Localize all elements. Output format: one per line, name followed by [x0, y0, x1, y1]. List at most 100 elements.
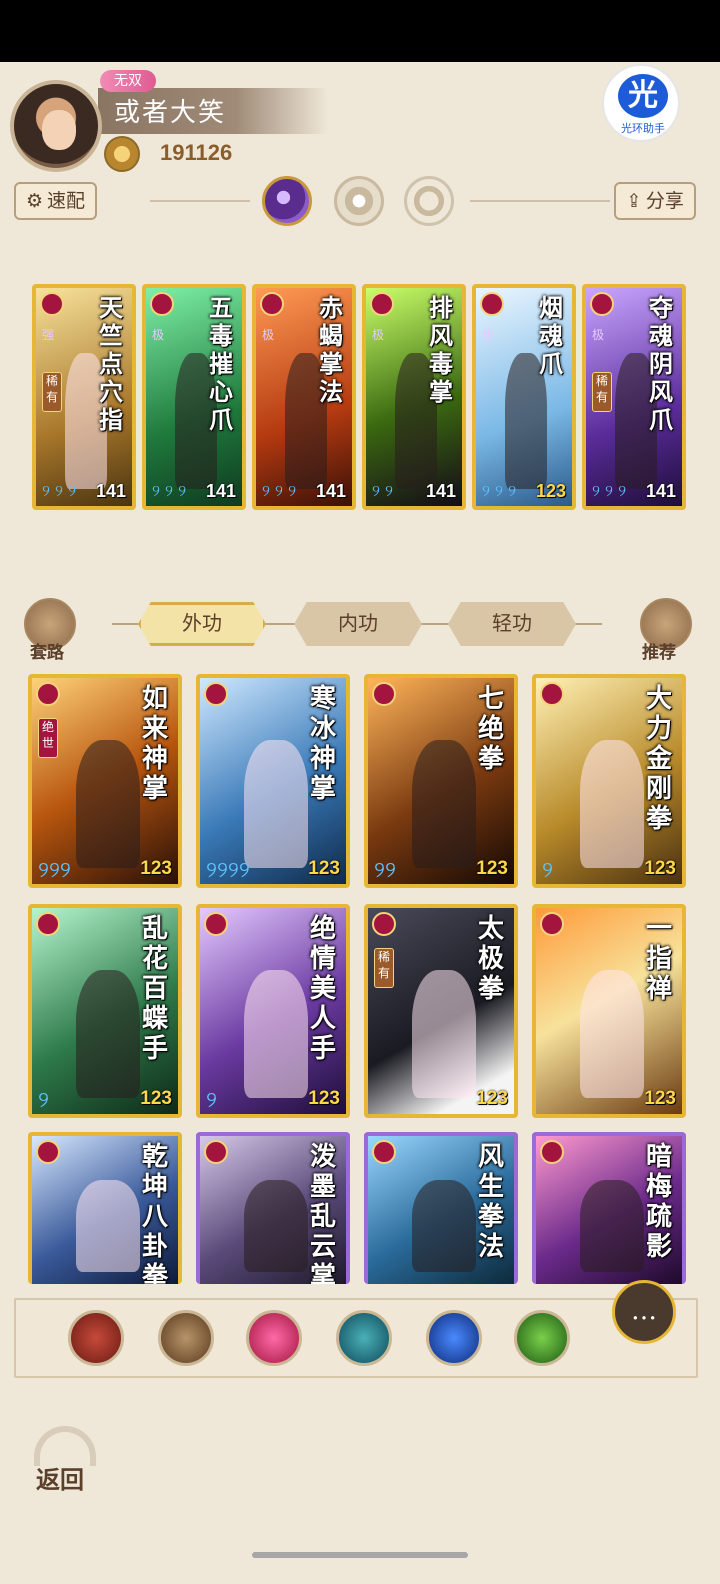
equipped-card[interactable]: 强 稀有 天竺点穴指 ୨ ୨ ୨ 141 — [32, 284, 136, 510]
grade-icon — [590, 292, 614, 316]
character-art — [411, 1180, 477, 1273]
rarity-tag: 稀有 — [42, 372, 62, 412]
character-art — [579, 739, 645, 868]
helper-label: 光环助手 — [621, 122, 665, 135]
card-level: 123 — [476, 1088, 508, 1109]
grade-icon — [204, 1140, 228, 1164]
card-name: 夺魂阴风爪 — [649, 293, 673, 434]
element-icons: ୨ ୨ ୨ — [262, 481, 297, 500]
equipped-card[interactable]: 极 五毒摧心爪 ୨ ୨ ୨ 141 — [142, 284, 246, 510]
grade-icon — [260, 292, 284, 316]
character-art — [579, 1180, 645, 1273]
tab-lightness[interactable]: 轻功 — [448, 602, 576, 646]
card-name: 五毒摧心爪 — [209, 293, 233, 434]
hand-icon[interactable] — [514, 1310, 570, 1366]
character-art — [75, 739, 141, 868]
mode-sun-icon[interactable] — [334, 176, 384, 226]
grade-icon — [36, 1140, 60, 1164]
equipped-card[interactable]: 极 烟魂爪 ୨ ୨ ୨ 123 — [472, 284, 576, 510]
skill-card[interactable]: 寒冰神掌 ୨୨୨୨ 123 — [196, 674, 350, 888]
skill-card[interactable]: 风生拳法 — [364, 1132, 518, 1284]
skill-card[interactable]: 暗梅疏影 — [532, 1132, 686, 1284]
fist-icon[interactable] — [246, 1310, 302, 1366]
rarity-tag: 稀有 — [592, 372, 612, 412]
skill-card[interactable]: 绝世 如来神掌 ୨୨୨ 123 — [28, 674, 182, 888]
element-icons: ୨ ୨ ୨ — [592, 481, 627, 500]
character-art — [243, 739, 309, 868]
card-name: 乱花百蝶手 — [141, 914, 168, 1064]
gear-icon: ⚙ — [26, 190, 44, 212]
player-avatar[interactable] — [10, 80, 102, 172]
skill-card[interactable]: 大力金刚拳 ୨ 123 — [532, 674, 686, 888]
skill-card[interactable]: 乾坤八卦拳 — [28, 1132, 182, 1284]
recommend-label: 推荐 — [642, 643, 676, 663]
card-level: 123 — [644, 858, 676, 879]
quick-config-button[interactable]: ⚙ 速配 — [14, 182, 98, 220]
element-icons: ୨୨ — [374, 858, 396, 883]
grade-icon — [204, 912, 228, 936]
tier-tag: 强 — [42, 328, 55, 342]
mode-ring-icon[interactable] — [404, 176, 454, 226]
power-value: 191126 — [160, 140, 233, 165]
skill-card[interactable]: 泼墨乱云掌 — [196, 1132, 350, 1284]
card-name: 大力金刚拳 — [645, 684, 672, 834]
card-level: 141 — [425, 481, 456, 501]
taiji-icon[interactable] — [426, 1310, 482, 1366]
helper-app-button[interactable]: 光 光环助手 — [602, 64, 680, 142]
tier-tag: 极 — [592, 328, 605, 342]
character-art — [75, 1180, 141, 1273]
chat-bubble-icon: … — [631, 1296, 657, 1326]
card-level: 123 — [140, 1088, 172, 1109]
tier-tag: 极 — [262, 328, 275, 342]
character-art — [579, 969, 645, 1098]
card-name: 暗梅疏影 — [645, 1142, 672, 1262]
equipped-card[interactable]: 极 稀有 夺魂阴风爪 ୨ ୨ ୨ 141 — [582, 284, 686, 510]
skill-card[interactable]: 稀有 太极拳 123 — [364, 904, 518, 1118]
back-button[interactable]: 返回 — [28, 1424, 108, 1494]
status-bar — [0, 0, 720, 62]
card-level: 123 — [308, 1088, 340, 1109]
quick-config-label: 速配 — [47, 190, 86, 212]
tab-internal[interactable]: 内功 — [294, 602, 422, 646]
grade-icon — [372, 912, 396, 936]
equipped-card[interactable]: 极 赤蝎掌法 ୨ ୨ ୨ 141 — [252, 284, 356, 510]
tier-tag: 极 — [372, 328, 385, 342]
card-name: 一指禅 — [645, 914, 672, 1004]
card-level: 141 — [205, 481, 236, 501]
equipped-card[interactable]: 极 排风毒掌 ୨ ୨ 141 — [362, 284, 466, 510]
card-name: 排风毒掌 — [429, 293, 453, 406]
skill-card[interactable]: 七绝拳 ୨୨ 123 — [364, 674, 518, 888]
grade-icon — [150, 292, 174, 316]
skill-card[interactable]: 乱花百蝶手 ୨ 123 — [28, 904, 182, 1118]
sword-icon[interactable] — [68, 1310, 124, 1366]
power-icon — [104, 136, 140, 172]
palm-icon[interactable] — [336, 1310, 392, 1366]
grade-icon — [540, 1140, 564, 1164]
card-name: 泼墨乱云掌 — [309, 1142, 336, 1284]
rarity-tag: 稀有 — [374, 948, 394, 988]
rarity-tag: 绝世 — [38, 718, 58, 758]
chat-button[interactable]: … — [612, 1280, 676, 1344]
card-level: 123 — [644, 1088, 676, 1109]
share-button[interactable]: ⇪ 分享 — [614, 182, 696, 220]
home-indicator[interactable] — [252, 1552, 468, 1558]
grade-icon — [36, 682, 60, 706]
card-name: 寒冰神掌 — [309, 684, 336, 804]
card-level: 123 — [535, 481, 566, 501]
grade-icon — [204, 682, 228, 706]
tab-external[interactable]: 外功 — [138, 602, 266, 646]
title-badge: 无双 — [100, 70, 156, 92]
card-level: 141 — [645, 481, 676, 501]
tier-tag: 极 — [152, 328, 165, 342]
skill-card[interactable]: 绝情美人手 ୨ 123 — [196, 904, 350, 1118]
blade-icon[interactable] — [158, 1310, 214, 1366]
card-name: 烟魂爪 — [539, 293, 563, 378]
player-name: 或者大笑 — [114, 98, 227, 128]
mode-moon-icon[interactable] — [262, 176, 312, 226]
card-name: 赤蝎掌法 — [319, 293, 343, 406]
share-icon: ⇪ — [626, 190, 642, 212]
grade-icon — [370, 292, 394, 316]
element-icons: ୨ — [38, 1088, 49, 1113]
helper-logo-icon: 光 — [618, 74, 668, 118]
skill-card[interactable]: 一指禅 123 — [532, 904, 686, 1118]
